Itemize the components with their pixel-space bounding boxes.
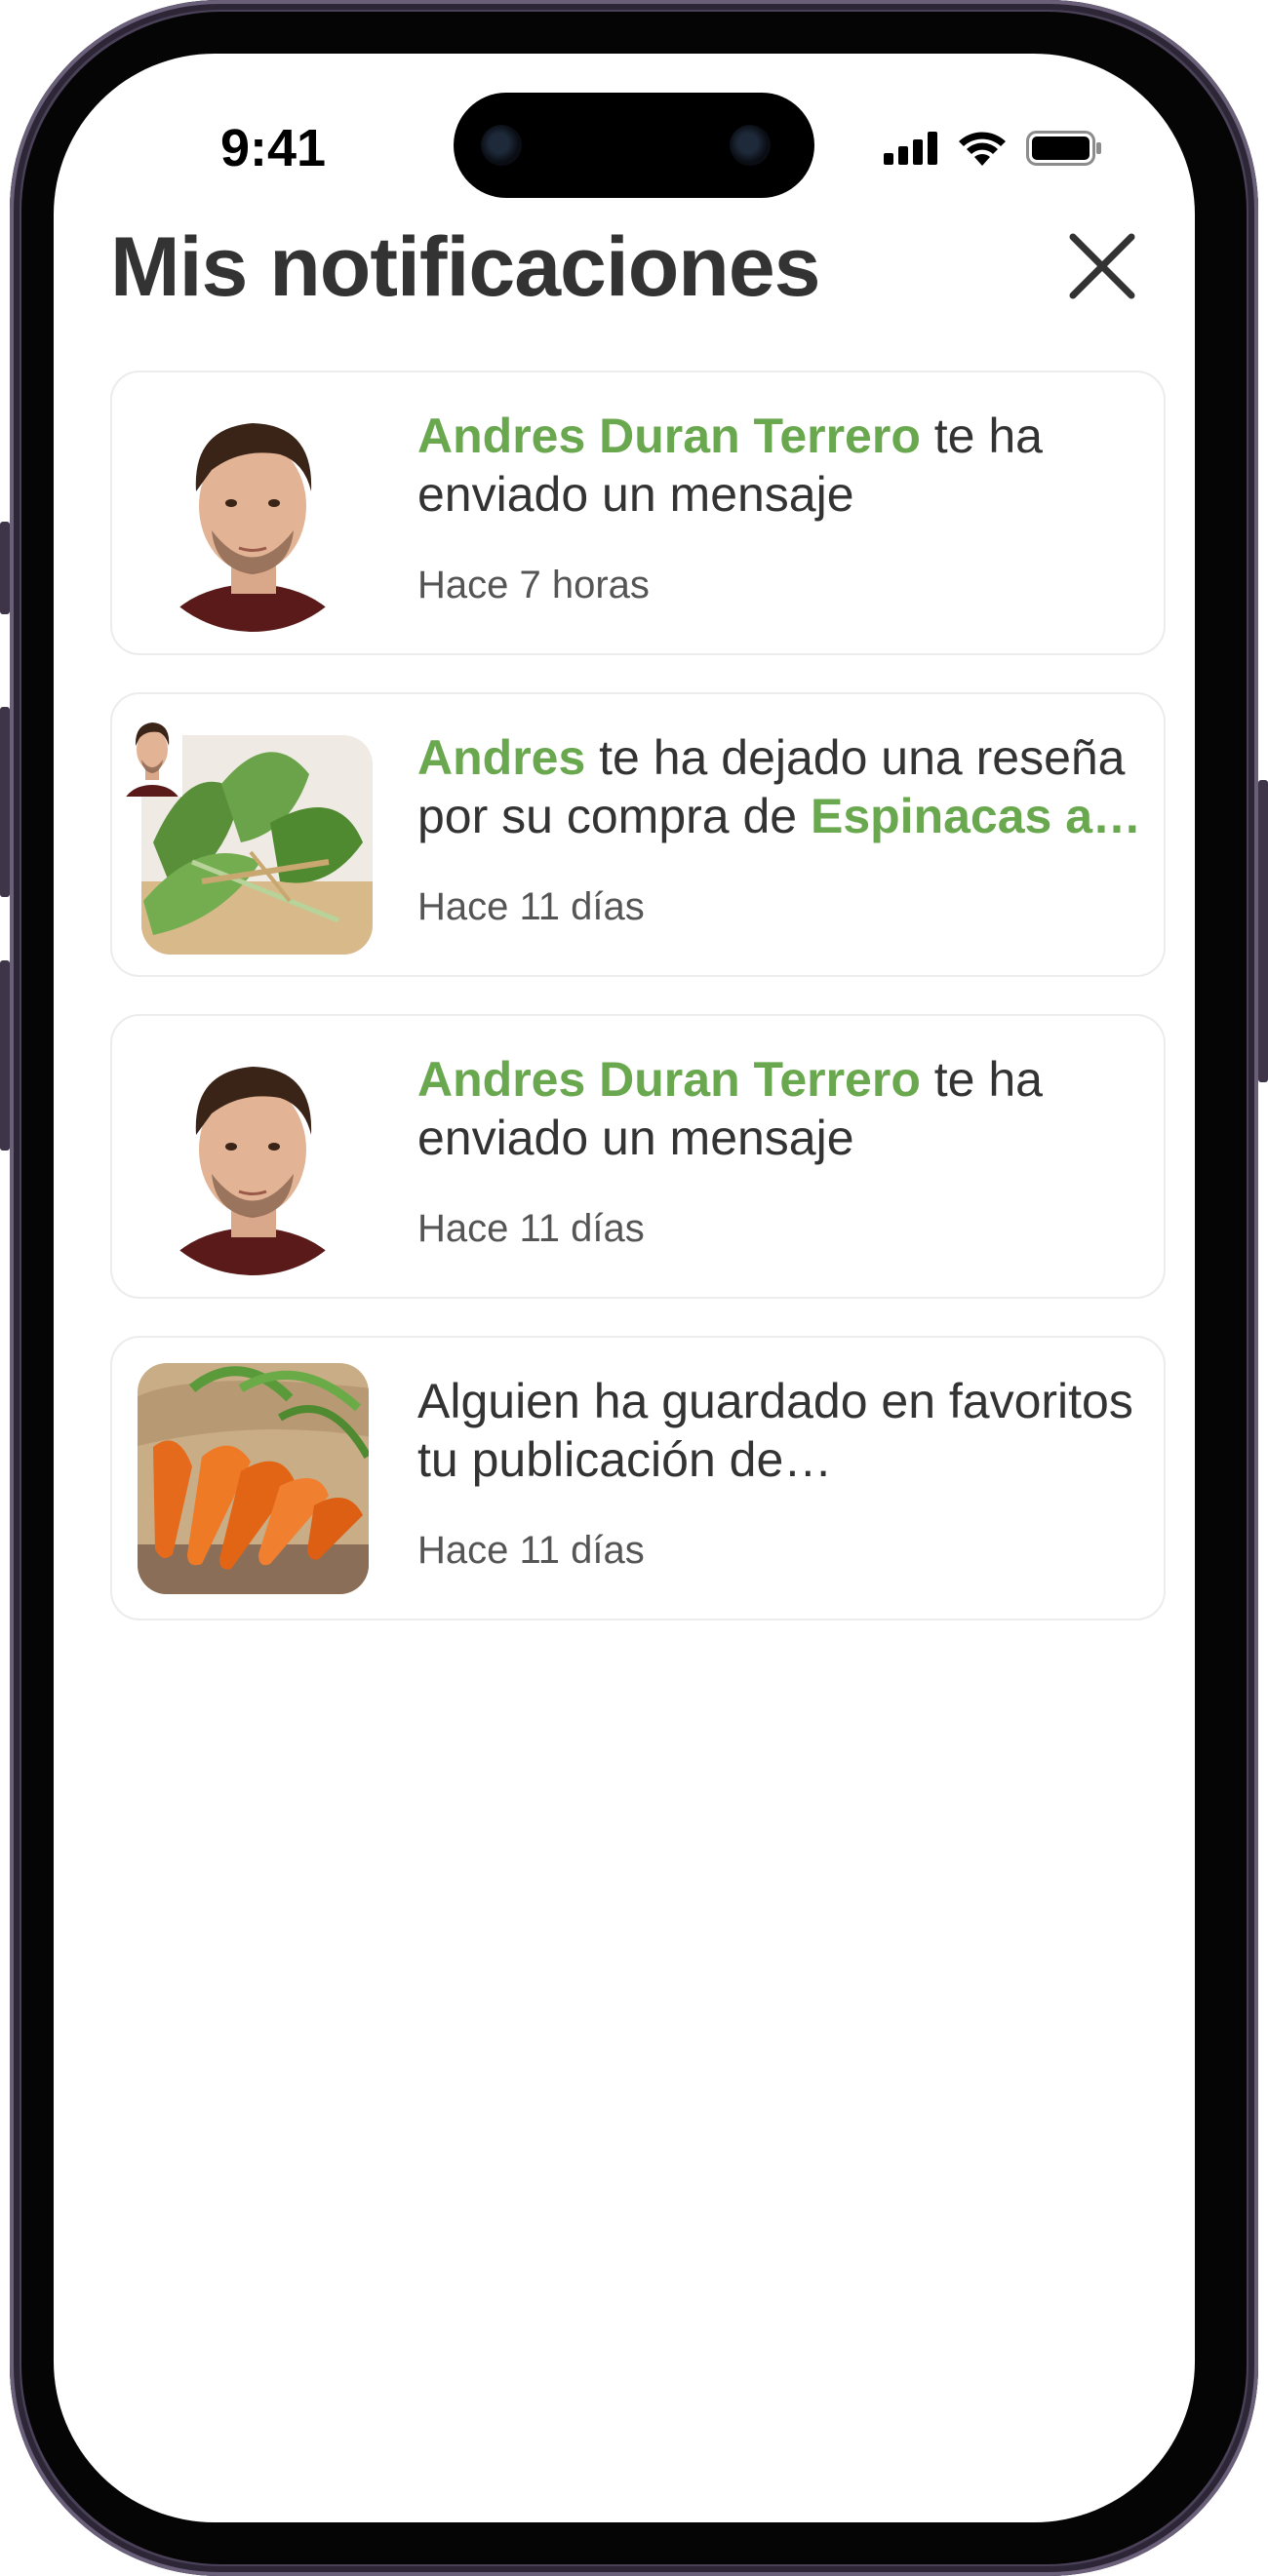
app-screen: 9:41 Mis notificaciones Andres Duran Ter… — [54, 54, 1195, 2522]
spinach-product-photo — [122, 711, 373, 955]
dynamic-island — [454, 93, 814, 198]
notification-card[interactable]: Alguien ha guardado en favoritos tu publ… — [110, 1336, 1166, 1620]
camera-icon — [481, 125, 522, 166]
notification-message: Alguien ha guardado en favoritos tu publ… — [417, 1374, 1133, 1487]
page-title: Mis notificaciones — [110, 220, 820, 314]
product-name: Espinacas a… — [810, 789, 1142, 843]
notification-card[interactable]: Andres te ha dejado una reseña por su co… — [110, 692, 1166, 977]
battery-icon — [1026, 131, 1101, 166]
notifications-list: Andres Duran Terrero te ha enviado un me… — [110, 371, 1166, 1658]
notification-sender: Andres — [417, 730, 586, 785]
notification-time: Hace 11 días — [417, 1529, 645, 1572]
status-time: 9:41 — [219, 119, 327, 177]
notification-sender: Andres Duran Terrero — [417, 409, 921, 463]
wifi-icon — [959, 132, 1006, 166]
volume-down-button — [0, 960, 10, 1151]
user-avatar — [134, 394, 373, 633]
status-icons — [884, 124, 1102, 173]
notification-card[interactable]: Andres Duran Terrero te ha enviado un me… — [110, 1014, 1166, 1299]
volume-up-button — [0, 707, 10, 897]
close-button[interactable] — [1063, 227, 1141, 305]
notification-time: Hace 7 horas — [417, 564, 650, 606]
notification-time: Hace 11 días — [417, 885, 645, 928]
user-avatar — [134, 1037, 373, 1276]
notification-time: Hace 11 días — [417, 1207, 645, 1250]
notification-card[interactable]: Andres Duran Terrero te ha enviado un me… — [110, 371, 1166, 655]
action-button — [0, 522, 10, 614]
notification-message: Andres te ha dejado una reseña por su co… — [417, 728, 1144, 845]
notification-sender: Andres Duran Terrero — [417, 1052, 921, 1107]
notification-message: Andres Duran Terrero te ha enviado un me… — [417, 1050, 1144, 1167]
power-button — [1258, 780, 1268, 1082]
cellular-signal-icon — [884, 132, 937, 165]
close-icon — [1069, 233, 1135, 299]
carrots-product-photo — [134, 1359, 373, 1598]
notification-message: Andres Duran Terrero te ha enviado un me… — [417, 407, 1144, 524]
sensor-icon — [730, 125, 771, 166]
reviewer-avatar — [122, 711, 182, 797]
